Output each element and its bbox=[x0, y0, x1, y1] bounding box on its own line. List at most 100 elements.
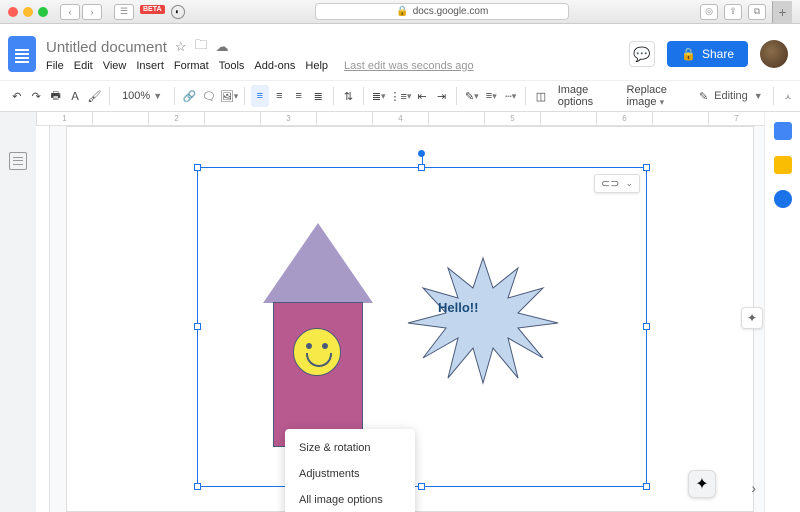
share-button[interactable]: 🔒 Share bbox=[667, 41, 748, 67]
resize-handle-ml[interactable] bbox=[194, 323, 201, 330]
cloud-icon[interactable]: ☁ bbox=[216, 39, 229, 55]
image-options-button[interactable]: Image options bbox=[552, 84, 619, 108]
menu-format[interactable]: Format bbox=[174, 60, 209, 72]
print-button[interactable]: 🖶 bbox=[47, 85, 64, 107]
border-color-button[interactable]: ✎▾ bbox=[463, 85, 480, 107]
menu-size-rotation[interactable]: Size & rotation bbox=[285, 435, 415, 461]
paint-format-button[interactable]: 🖌 bbox=[86, 85, 103, 107]
align-justify-button[interactable]: ≣ bbox=[309, 85, 326, 107]
document-title[interactable]: Untitled document bbox=[46, 39, 167, 56]
last-edit-link[interactable]: Last edit was seconds ago bbox=[344, 60, 474, 72]
border-weight-button[interactable]: ≡▾ bbox=[483, 85, 500, 107]
menu-all-image-options[interactable]: All image options bbox=[285, 487, 415, 512]
margin-comment-button[interactable]: ✦ bbox=[741, 307, 763, 329]
account-avatar[interactable] bbox=[760, 40, 788, 68]
align-right-button[interactable]: ≡ bbox=[290, 85, 307, 107]
resize-handle-br[interactable] bbox=[643, 483, 650, 490]
docs-header: Untitled document ☆ 🗀 ☁ File Edit View I… bbox=[0, 24, 800, 80]
browser-chrome: ‹ › ☰ BETA ◐ 🔒 docs.google.com ◎ ⇪ ⧉ + bbox=[0, 0, 800, 24]
comment-add-button[interactable]: 🗨 bbox=[200, 85, 217, 107]
resize-handle-tm[interactable] bbox=[418, 164, 425, 171]
redo-button[interactable]: ↷ bbox=[27, 85, 44, 107]
comments-button[interactable]: 💬 bbox=[629, 41, 655, 67]
increase-indent-button[interactable]: ⇥ bbox=[433, 85, 450, 107]
sidebar-toggle[interactable]: ☰ bbox=[114, 4, 134, 20]
replace-image-button[interactable]: Replace image ▾ bbox=[621, 84, 697, 108]
resize-handle-bl[interactable] bbox=[194, 483, 201, 490]
calendar-icon[interactable] bbox=[774, 122, 792, 140]
menu-addons[interactable]: Add-ons bbox=[254, 60, 295, 72]
lock-icon: 🔒 bbox=[681, 47, 696, 61]
tabs-button[interactable]: ⧉ bbox=[748, 4, 766, 20]
address-bar[interactable]: 🔒 docs.google.com bbox=[315, 3, 569, 20]
resize-handle-mr[interactable] bbox=[643, 323, 650, 330]
crop-button[interactable]: ◫ bbox=[532, 85, 549, 107]
move-icon[interactable]: 🗀 bbox=[195, 36, 208, 58]
side-panel bbox=[764, 112, 800, 512]
left-rail bbox=[0, 112, 36, 512]
forward-button[interactable]: › bbox=[82, 4, 102, 20]
horizontal-ruler[interactable]: 1234567 bbox=[36, 112, 764, 126]
reader-button[interactable]: ◎ bbox=[700, 4, 718, 20]
bulleted-list-button[interactable]: ⋮≡▾ bbox=[389, 85, 411, 107]
burst-text: Hello!! bbox=[438, 300, 478, 315]
drawing-smiley bbox=[293, 328, 341, 376]
menu-file[interactable]: File bbox=[46, 60, 64, 72]
menu-adjustments[interactable]: Adjustments bbox=[285, 461, 415, 487]
star-icon[interactable]: ☆ bbox=[175, 39, 187, 55]
mode-label[interactable]: Editing bbox=[714, 90, 748, 102]
image-options-menu: Size & rotation Adjustments All image op… bbox=[285, 429, 415, 512]
drawing-burst bbox=[398, 248, 568, 388]
resize-handle-bm[interactable] bbox=[418, 483, 425, 490]
menu-bar: File Edit View Insert Format Tools Add-o… bbox=[46, 60, 629, 72]
page[interactable]: ⊂⊃ ⌄ Hello!! Size & rotation Adjustments… bbox=[66, 126, 754, 512]
collapse-toolbar-button[interactable]: ㅅ bbox=[784, 90, 792, 103]
document-canvas[interactable]: 1234567 ⊂⊃ ⌄ bbox=[36, 112, 764, 512]
zoom-select[interactable]: 100%▼ bbox=[116, 90, 168, 102]
menu-edit[interactable]: Edit bbox=[74, 60, 93, 72]
border-dash-button[interactable]: ┄▾ bbox=[502, 85, 519, 107]
vertical-ruler[interactable] bbox=[36, 126, 50, 512]
toolbar: ↶ ↷ 🖶 Ａ 🖌 100%▼ 🔗 🗨 🖼▾ ≡ ≡ ≡ ≣ ⇅ ≣▾ ⋮≡▾ … bbox=[0, 80, 800, 112]
docs-logo-icon[interactable] bbox=[8, 36, 36, 72]
menu-tools[interactable]: Tools bbox=[219, 60, 245, 72]
back-button[interactable]: ‹ bbox=[60, 4, 80, 20]
drawing-triangle bbox=[263, 223, 373, 303]
rotate-handle[interactable] bbox=[418, 150, 425, 157]
tasks-icon[interactable] bbox=[774, 190, 792, 208]
explore-button[interactable]: ✦ bbox=[688, 470, 716, 498]
shield-icon[interactable]: ◐ bbox=[171, 5, 185, 19]
chevron-down-icon: ⌄ bbox=[625, 178, 633, 189]
resize-handle-tr[interactable] bbox=[643, 164, 650, 171]
close-window-icon[interactable] bbox=[8, 7, 18, 17]
align-left-button[interactable]: ≡ bbox=[251, 85, 268, 107]
beta-badge: BETA bbox=[140, 5, 165, 14]
link-button[interactable]: 🔗 bbox=[181, 85, 198, 107]
minimize-window-icon[interactable] bbox=[23, 7, 33, 17]
spellcheck-button[interactable]: Ａ bbox=[66, 85, 83, 107]
menu-view[interactable]: View bbox=[103, 60, 127, 72]
maximize-window-icon[interactable] bbox=[38, 7, 48, 17]
pencil-icon: ✎ bbox=[699, 90, 708, 103]
link-chip[interactable]: ⊂⊃ ⌄ bbox=[594, 174, 640, 193]
decrease-indent-button[interactable]: ⇤ bbox=[413, 85, 430, 107]
keep-icon[interactable] bbox=[774, 156, 792, 174]
insert-image-button[interactable]: 🖼▾ bbox=[220, 85, 239, 107]
menu-help[interactable]: Help bbox=[305, 60, 328, 72]
outline-icon[interactable] bbox=[9, 152, 27, 170]
new-tab-button[interactable]: + bbox=[772, 1, 792, 23]
link-icon: ⊂⊃ bbox=[601, 177, 619, 190]
line-spacing-button[interactable]: ⇅ bbox=[340, 85, 357, 107]
undo-button[interactable]: ↶ bbox=[8, 85, 25, 107]
selected-drawing[interactable]: ⊂⊃ ⌄ Hello!! bbox=[197, 167, 647, 487]
numbered-list-button[interactable]: ≣▾ bbox=[370, 85, 387, 107]
lock-icon: 🔒 bbox=[396, 6, 408, 17]
share-os-button[interactable]: ⇪ bbox=[724, 4, 742, 20]
url-text: docs.google.com bbox=[413, 6, 489, 17]
menu-insert[interactable]: Insert bbox=[136, 60, 164, 72]
chevron-down-icon[interactable]: ▼ bbox=[754, 91, 763, 101]
show-side-panel-button[interactable]: › bbox=[751, 480, 756, 496]
align-center-button[interactable]: ≡ bbox=[271, 85, 288, 107]
window-controls bbox=[8, 7, 48, 17]
resize-handle-tl[interactable] bbox=[194, 164, 201, 171]
